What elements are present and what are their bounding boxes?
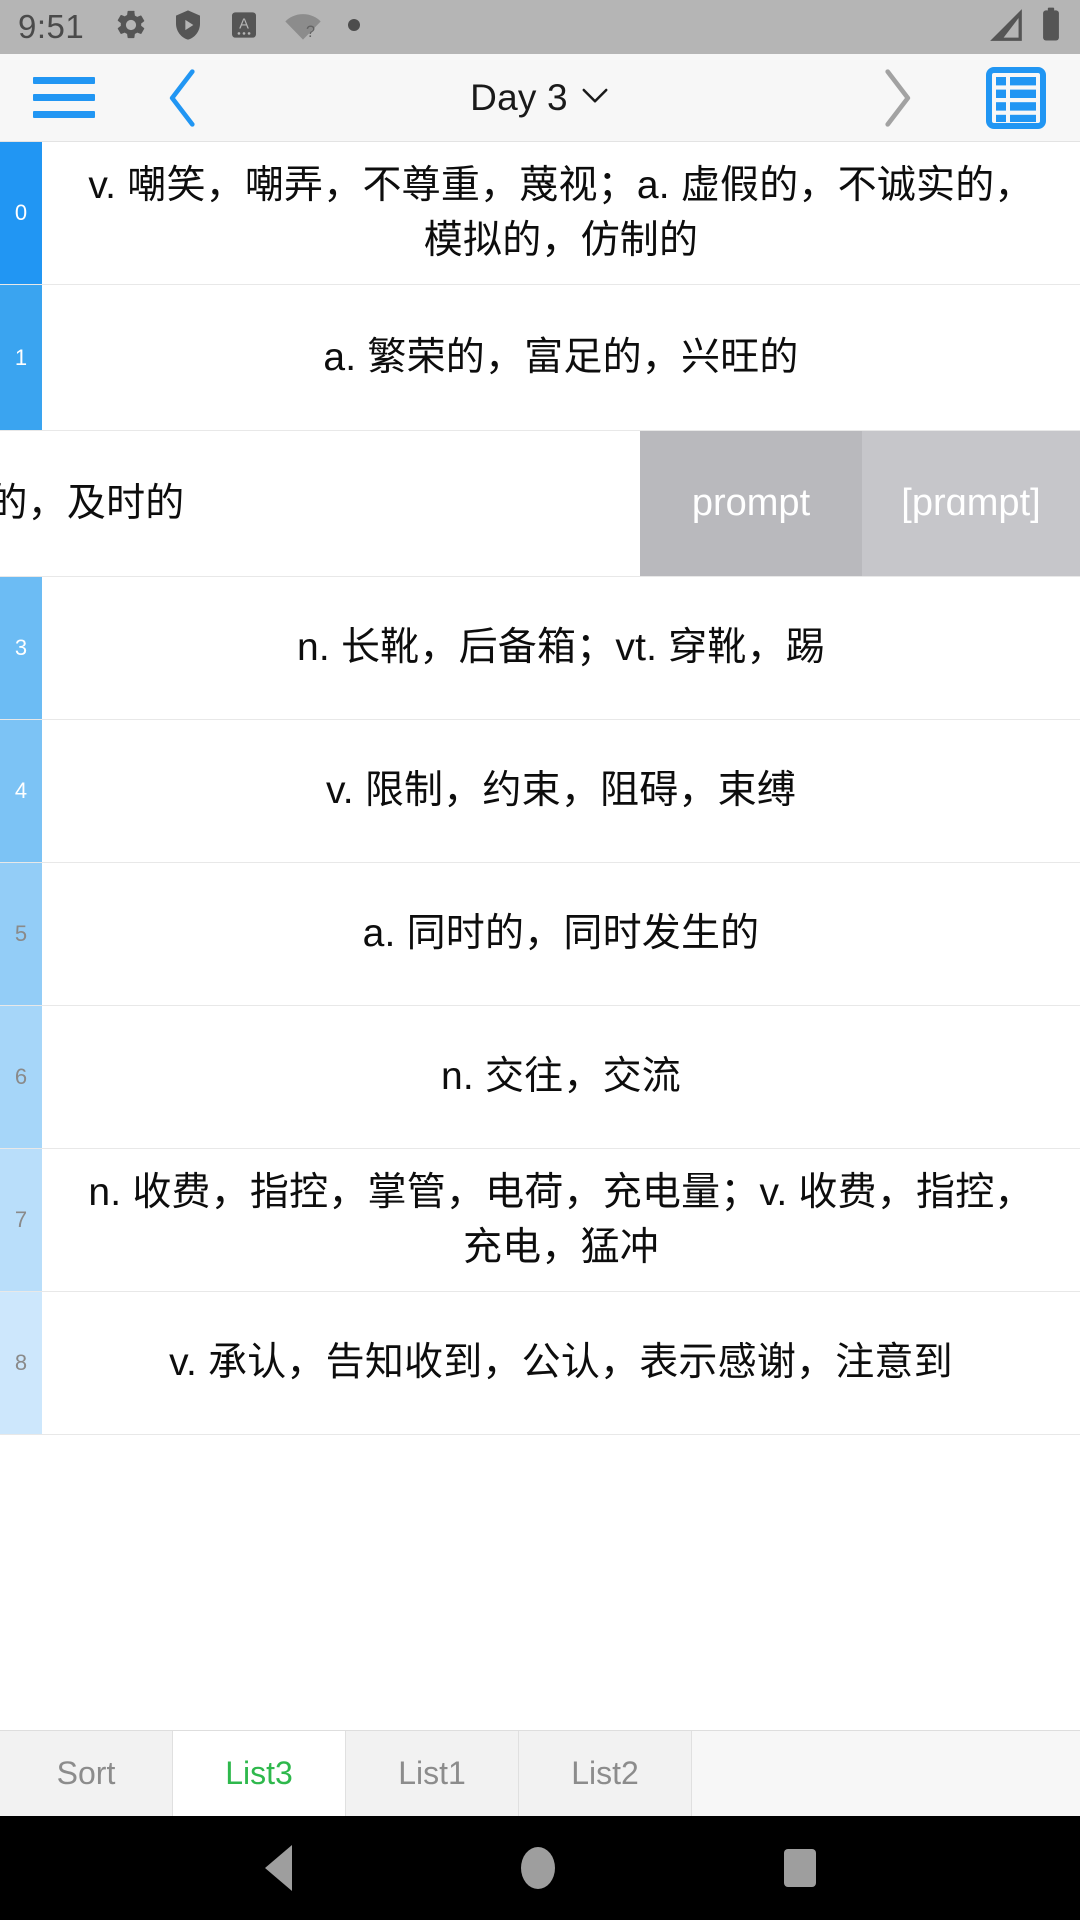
- status-bar: 9:51 A ?: [0, 0, 1080, 54]
- row-definition-cell[interactable]: n. 交往，交流: [42, 1006, 1080, 1148]
- square-recents-icon[interactable]: [783, 1849, 816, 1887]
- hamburger-bar: [33, 111, 95, 118]
- table-row[interactable]: 2. 迅速的，及时的prompt[prɑmpt]: [0, 431, 1080, 577]
- battery-icon: [1040, 6, 1062, 49]
- table-row[interactable]: 7 n. 收费，指控，掌管，电荷，充电量；v. 收费，指控，充电，猛冲: [0, 1149, 1080, 1292]
- chevron-down-icon: [580, 85, 610, 110]
- row-definition-text: v. 限制，约束，阻碍，束缚: [325, 769, 797, 813]
- table-row[interactable]: 1 a. 繁荣的，富足的，兴旺的: [0, 285, 1080, 431]
- table-row[interactable]: 0 v. 嘲笑，嘲弄，不尊重，蔑视；a. 虚假的，不诚实的，模拟的，仿制的: [0, 142, 1080, 285]
- shield-play-icon: [172, 8, 204, 47]
- row-index-badge: 3: [0, 577, 42, 719]
- status-icons-right: [986, 6, 1062, 49]
- chevron-left-icon[interactable]: [128, 67, 238, 129]
- bottom-tab-bar[interactable]: Sort List3 List1 List2: [0, 1730, 1080, 1816]
- row-definition-text: . 迅速的，及时的: [0, 481, 185, 525]
- row-definition-cell[interactable]: n. 长靴，后备箱；vt. 穿靴，踢: [42, 577, 1080, 719]
- row-definition-text: n. 长靴，后备箱；vt. 穿靴，踢: [297, 626, 825, 670]
- table-row[interactable]: 4 v. 限制，约束，阻碍，束缚: [0, 720, 1080, 863]
- row-definition-text: a. 同时的，同时发生的: [362, 912, 760, 956]
- table-row[interactable]: 5 a. 同时的，同时发生的: [0, 863, 1080, 1006]
- adblock-icon: A: [228, 8, 260, 47]
- chevron-right-icon[interactable]: [842, 67, 952, 129]
- cell-signal-icon: [986, 6, 1026, 49]
- row-definition-cell[interactable]: a. 繁荣的，富足的，兴旺的: [42, 285, 1080, 430]
- tab-list2[interactable]: List2: [519, 1731, 692, 1816]
- swipe-panel-phonetic[interactable]: [prɑmpt]: [862, 431, 1080, 576]
- tab-bar-filler: [692, 1731, 1080, 1816]
- row-definition-cell[interactable]: v. 承认，告知收到，公认，表示感谢，注意到: [42, 1292, 1080, 1434]
- table-row[interactable]: 6 n. 交往，交流: [0, 1006, 1080, 1149]
- svg-text:?: ?: [306, 23, 315, 41]
- row-definition-cell[interactable]: v. 嘲笑，嘲弄，不尊重，蔑视；a. 虚假的，不诚实的，模拟的，仿制的: [42, 142, 1080, 284]
- status-clock: 9:51: [18, 8, 85, 45]
- row-index-badge: 5: [0, 863, 42, 1005]
- row-index-badge: 0: [0, 142, 42, 284]
- dot-icon: [346, 17, 362, 38]
- row-definition-text: v. 嘲笑，嘲弄，不尊重，蔑视；a. 虚假的，不诚实的，模拟的，仿制的: [88, 163, 1034, 262]
- page-title[interactable]: Day 3: [238, 77, 842, 119]
- wifi-question-icon: ?: [284, 8, 322, 47]
- page-title-label: Day 3: [470, 76, 568, 118]
- swipe-action-panels[interactable]: prompt [prɑmpt]: [640, 431, 1080, 576]
- gear-icon: [114, 8, 148, 47]
- hamburger-menu-icon[interactable]: [0, 77, 128, 118]
- row-index-badge: 7: [0, 1149, 42, 1291]
- hamburger-bar: [33, 77, 95, 84]
- tab-sort[interactable]: Sort: [0, 1731, 173, 1816]
- tab-list1[interactable]: List1: [346, 1731, 519, 1816]
- android-nav-bar[interactable]: [0, 1816, 1080, 1920]
- word-list[interactable]: 0 v. 嘲笑，嘲弄，不尊重，蔑视；a. 虚假的，不诚实的，模拟的，仿制的 1 a. …: [0, 142, 1080, 1730]
- swipe-panel-word[interactable]: prompt: [640, 431, 862, 576]
- row-definition-text: a. 繁荣的，富足的，兴旺的: [323, 335, 799, 379]
- row-index-badge: 1: [0, 285, 42, 430]
- row-definition-cell[interactable]: n. 收费，指控，掌管，电荷，充电量；v. 收费，指控，充电，猛冲: [42, 1149, 1080, 1291]
- row-definition-cell[interactable]: a. 同时的，同时发生的: [42, 863, 1080, 1005]
- table-row[interactable]: 3 n. 长靴，后备箱；vt. 穿靴，踢: [0, 577, 1080, 720]
- list-table-icon[interactable]: [952, 66, 1080, 129]
- row-index-badge: 4: [0, 720, 42, 862]
- row-definition-text: n. 交往，交流: [441, 1055, 681, 1099]
- row-index-badge: 6: [0, 1006, 42, 1148]
- app-bar: Day 3: [0, 54, 1080, 142]
- triangle-back-icon[interactable]: [264, 1845, 292, 1891]
- row-index-badge: 8: [0, 1292, 42, 1434]
- tab-list3[interactable]: List3: [173, 1731, 346, 1816]
- circle-home-icon[interactable]: [520, 1847, 555, 1889]
- phone-screen: 9:51 A ? Day 3 0 v. 嘲笑，嘲弄，不尊重，蔑视；a. 虚假的，…: [0, 0, 1080, 1920]
- row-definition-cell[interactable]: v. 限制，约束，阻碍，束缚: [42, 720, 1080, 862]
- row-definition-text: v. 承认，告知收到，公认，表示感谢，注意到: [169, 1341, 953, 1385]
- row-definition-text: n. 收费，指控，掌管，电荷，充电量；v. 收费，指控，充电，猛冲: [88, 1170, 1034, 1269]
- table-row[interactable]: 8 v. 承认，告知收到，公认，表示感谢，注意到: [0, 1292, 1080, 1435]
- svg-text:A: A: [239, 16, 249, 32]
- hamburger-bar: [33, 94, 95, 101]
- status-icons-left: A ?: [114, 8, 986, 47]
